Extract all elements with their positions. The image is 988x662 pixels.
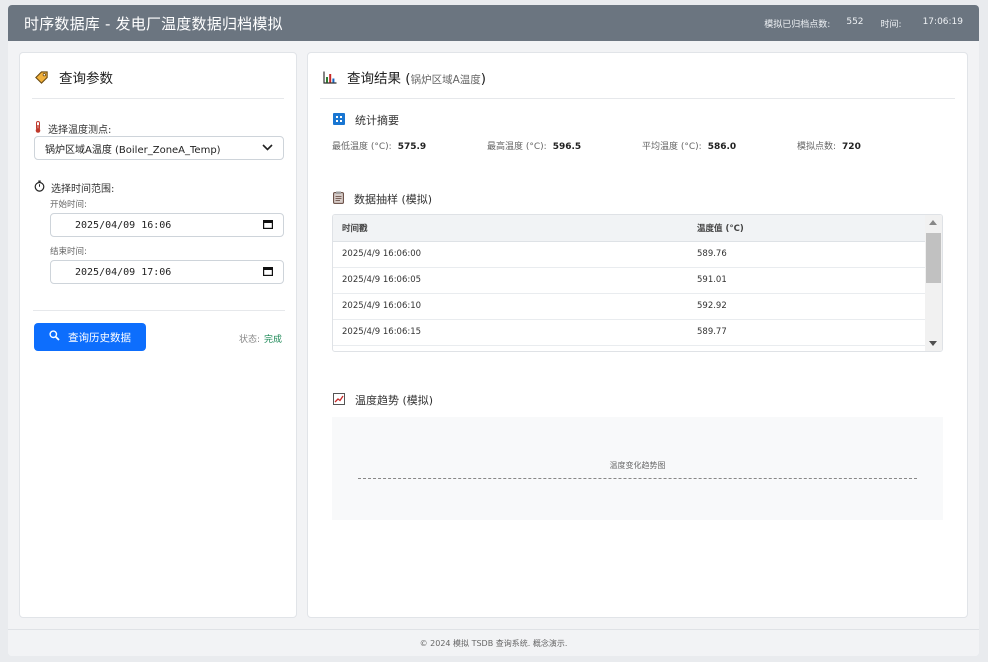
range-label-text: 选择时间范围: <box>51 184 115 195</box>
stat-min: 最低温度 (°C): 575.9 <box>332 139 487 152</box>
results-panel: 查询结果 (锅炉区域A温度) 统计摘要 最低温度 (°C): 575.9 最高温度… <box>307 52 968 618</box>
table-row: 2025/4/9 16:06:10 592.92 <box>333 293 925 320</box>
archived-count-value: 552 <box>846 16 864 27</box>
chevron-down-icon <box>262 143 273 154</box>
table-row: 2025/4/9 16:06:05 591.01 <box>333 267 925 294</box>
end-time-value: 2025/04/09 17:06 <box>75 266 172 278</box>
trend-placeholder-line <box>358 478 917 479</box>
results-title-text: 查询结果 <box>347 71 401 87</box>
start-time-value: 2025/04/09 16:06 <box>75 219 172 231</box>
calendar-icon[interactable] <box>263 266 274 279</box>
temperature-point-select[interactable]: 锅炉区域A温度 (Boiler_ZoneA_Temp) <box>34 136 284 160</box>
abacus-icon <box>333 112 345 128</box>
sample-heading: 数据抽样 (模拟) <box>333 191 432 207</box>
table-header-row: 时间戳 温度值 (°C) <box>333 215 925 242</box>
line-chart-icon <box>333 392 345 408</box>
stat-avg-value: 586.0 <box>707 142 737 152</box>
thermometer-icon <box>34 121 42 136</box>
cell-timestamp: 2025/4/9 16:06:10 <box>333 293 688 320</box>
table-row: 2025/4/9 16:06:15 589.77 <box>333 319 925 346</box>
scroll-up-icon[interactable] <box>929 220 937 225</box>
start-time-input[interactable]: 2025/04/09 16:06 <box>50 213 284 237</box>
query-panel-header: 查询参数 <box>32 53 284 99</box>
results-title: 查询结果 (锅炉区域A温度) <box>347 67 486 87</box>
trend-chart-area: 温度变化趋势图 <box>332 417 943 520</box>
scroll-down-icon[interactable] <box>929 341 937 346</box>
cell-temperature: 589.76 <box>688 241 925 268</box>
status-value: 完成 <box>263 335 282 345</box>
trend-title: 温度趋势 (模拟) <box>355 394 434 407</box>
results-point-name: 锅炉区域A温度 <box>410 74 481 86</box>
app-title: 时序数据库 - 发电厂温度数据归档模拟 <box>24 14 283 33</box>
tag-icon <box>34 70 49 85</box>
column-header-temperature: 温度值 (°C) <box>688 215 925 242</box>
sample-table[interactable]: 时间戳 温度值 (°C) 2025/4/9 16:06:00 589.76 20… <box>332 214 943 352</box>
cell-temperature: 592.92 <box>688 293 925 320</box>
results-title-paren-close: ) <box>480 71 487 87</box>
summary-stats: 最低温度 (°C): 575.9 最高温度 (°C): 596.5 平均温度 (°C… <box>332 139 952 152</box>
trend-heading: 温度趋势 (模拟) <box>333 392 433 408</box>
stat-count-value: 720 <box>842 142 861 152</box>
trend-placeholder-label: 温度变化趋势图 <box>609 461 666 470</box>
query-button-label: 查询历史数据 <box>68 331 131 344</box>
stat-avg-label: 平均温度 (°C): <box>642 142 702 152</box>
stat-avg: 平均温度 (°C): 586.0 <box>642 139 797 152</box>
summary-heading: 统计摘要 <box>333 112 399 128</box>
query-panel: 查询参数 选择温度测点: 锅炉区域A温度 (Boiler_ZoneA_Temp) <box>19 52 297 618</box>
table-row: 2025/4/9 16:06:00 589.76 <box>333 241 925 268</box>
query-history-button[interactable]: 查询历史数据 <box>34 323 146 351</box>
stat-min-value: 575.9 <box>397 142 427 152</box>
divider <box>33 310 285 311</box>
column-header-timestamp: 时间戳 <box>333 215 688 242</box>
range-field-label: 选择时间范围: <box>34 180 114 195</box>
footer-text: © 2024 模拟 TSDB 查询系统. 概念演示. <box>419 638 568 648</box>
archived-count-label: 模拟已归档点数: <box>764 19 831 30</box>
selected-point: 锅炉区域A温度 (Boiler_ZoneA_Temp) <box>45 144 221 156</box>
clipboard-icon <box>333 191 344 207</box>
cell-temperature: 589.77 <box>688 319 925 346</box>
stopwatch-icon <box>34 180 45 195</box>
summary-title: 统计摘要 <box>355 114 399 127</box>
app-frame: 时序数据库 - 发电厂温度数据归档模拟 模拟已归档点数: 552 时间: 17:… <box>8 5 979 656</box>
point-field-label: 选择温度测点: <box>34 121 111 136</box>
cell-temperature: 591.01 <box>688 267 925 294</box>
app-footer: © 2024 模拟 TSDB 查询系统. 概念演示. <box>8 629 979 656</box>
stat-max-value: 596.5 <box>552 142 582 152</box>
query-status: 状态: 完成 <box>239 332 282 345</box>
time-value: 17:06:19 <box>922 16 963 27</box>
cell-timestamp: 2025/4/9 16:06:15 <box>333 319 688 346</box>
search-icon <box>49 330 60 344</box>
point-label-text: 选择温度测点: <box>48 125 112 136</box>
results-panel-header: 查询结果 (锅炉区域A温度) <box>320 53 955 99</box>
status-label: 状态: <box>238 335 260 345</box>
end-time-label: 结束时间: <box>50 247 87 257</box>
query-panel-title: 查询参数 <box>59 71 113 87</box>
app-header: 时序数据库 - 发电厂温度数据归档模拟 模拟已归档点数: 552 时间: 17:… <box>8 5 979 41</box>
calendar-icon[interactable] <box>263 219 274 232</box>
cell-timestamp: 2025/4/9 16:06:05 <box>333 267 688 294</box>
end-time-input[interactable]: 2025/04/09 17:06 <box>50 260 284 284</box>
stat-max: 最高温度 (°C): 596.5 <box>487 139 642 152</box>
table-scrollbar[interactable] <box>925 215 942 351</box>
time-label: 时间: <box>880 19 902 30</box>
scrollbar-thumb[interactable] <box>926 233 941 283</box>
stat-min-label: 最低温度 (°C): <box>332 142 392 152</box>
bar-chart-icon <box>322 70 337 85</box>
sample-title: 数据抽样 (模拟) <box>354 193 433 206</box>
header-meta: 模拟已归档点数: 552 时间: 17:06:19 <box>764 17 963 30</box>
cell-timestamp: 2025/4/9 16:06:00 <box>333 241 688 268</box>
stat-max-label: 最高温度 (°C): <box>487 142 547 152</box>
start-time-label: 开始时间: <box>50 200 87 210</box>
stat-count-label: 模拟点数: <box>797 142 837 152</box>
stat-count: 模拟点数: 720 <box>797 139 952 152</box>
